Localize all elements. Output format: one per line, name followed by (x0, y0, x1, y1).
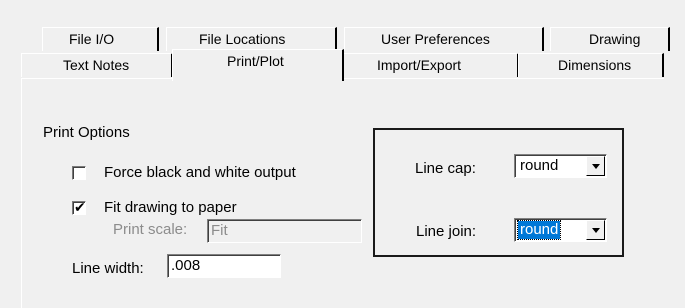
force-bw-label[interactable]: Force black and white output (104, 164, 296, 181)
checkmark-icon: ✔ (74, 199, 86, 215)
line-join-label: Line join: (416, 223, 477, 240)
line-cap-select[interactable]: round (514, 154, 607, 178)
fit-to-paper-label[interactable]: Fit drawing to paper (104, 199, 237, 216)
line-cap-value: round (520, 157, 559, 174)
print-scale-label: Print scale: (113, 221, 188, 238)
line-width-input[interactable]: .008 (167, 254, 281, 278)
line-join-dropdown-button[interactable] (586, 220, 605, 240)
line-cap-dropdown-button[interactable] (586, 156, 605, 176)
panel-content: Print Options Force black and white outp… (0, 0, 685, 290)
line-join-value: round (516, 220, 562, 240)
print-options-heading: Print Options (43, 124, 130, 141)
print-scale-field: Fit (207, 219, 362, 243)
chevron-down-icon (592, 164, 600, 169)
line-width-label: Line width: (72, 260, 144, 277)
fit-to-paper-checkbox[interactable]: ✔ (72, 199, 86, 215)
chevron-down-icon (592, 228, 600, 233)
force-bw-checkbox[interactable] (72, 166, 86, 180)
line-join-select[interactable]: round (514, 218, 607, 242)
line-cap-label: Line cap: (415, 160, 476, 177)
